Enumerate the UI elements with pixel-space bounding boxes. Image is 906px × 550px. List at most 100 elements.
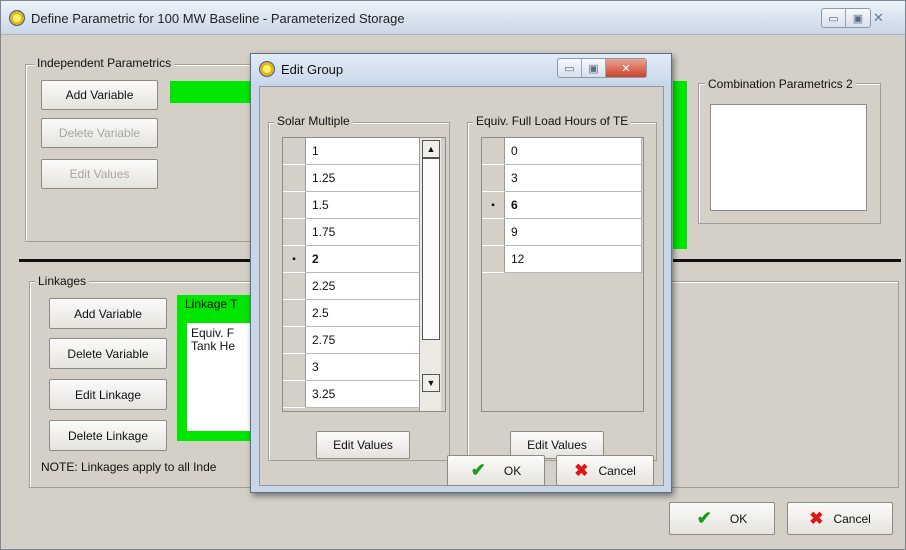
row-selector[interactable]: ▪ [283, 246, 306, 273]
dialog-cancel-label: Cancel [598, 463, 636, 478]
main-ok-button[interactable]: ✔ OK [669, 502, 775, 535]
solar-multiple-scrollbar[interactable]: ▲ ▼ [419, 138, 441, 411]
row-selector[interactable] [283, 165, 306, 192]
row-selector[interactable] [283, 327, 306, 354]
row-selector[interactable] [482, 165, 505, 192]
combination-parametrics-1-highlight [673, 81, 687, 249]
dialog-ok-label: OK [503, 463, 522, 478]
dialog-title: Edit Group [281, 62, 344, 77]
linkage-table-header: Linkage T [185, 297, 238, 311]
dialog-cancel-button[interactable]: ✖ Cancel [556, 455, 654, 486]
delete-variable-button[interactable]: Delete Variable [41, 118, 158, 148]
grid-row[interactable]: 1.25 [283, 165, 420, 192]
dialog-ok-button[interactable]: ✔ OK [447, 455, 545, 486]
edit-group-dialog: Edit Group ▭ ▣ ✕ Solar Multiple 1 1.25 1.5… [250, 53, 672, 493]
edit-values-button[interactable]: Edit Values [41, 159, 158, 189]
delete-linkage-button[interactable]: Delete Linkage [49, 420, 167, 451]
linkages-delete-variable-button[interactable]: Delete Variable [49, 338, 167, 369]
grid-row[interactable]: 3 [283, 354, 420, 381]
independent-variable-highlight [170, 81, 255, 103]
checkmark-icon: ✔ [696, 508, 712, 528]
grid-cell[interactable]: 2.5 [306, 300, 420, 327]
grid-row[interactable]: 1 [283, 138, 420, 165]
linkages-add-variable-button[interactable]: Add Variable [49, 298, 167, 329]
close-icon[interactable]: ✕ [873, 10, 884, 26]
grid-cell[interactable]: 3 [306, 354, 420, 381]
sun-app-icon [259, 61, 275, 77]
grid-row[interactable]: 1.75 [283, 219, 420, 246]
grid-cell[interactable]: 1.5 [306, 192, 420, 219]
minimize-icon[interactable]: ▭ [558, 59, 582, 77]
grid-cell[interactable]: 12 [505, 246, 642, 273]
close-icon[interactable]: ✕ [606, 59, 646, 77]
row-selector[interactable] [482, 219, 505, 246]
grid-row[interactable]: ▪ 2 [283, 246, 420, 273]
scroll-down-icon[interactable]: ▼ [422, 374, 440, 392]
grid-cell[interactable]: 2 [306, 246, 420, 273]
grid-row[interactable]: ▪ 6 [482, 192, 642, 219]
maximize-icon[interactable]: ▣ [582, 59, 606, 77]
section-divider-right [673, 259, 901, 262]
section-divider [19, 259, 252, 262]
sun-app-icon [9, 10, 25, 26]
grid-row[interactable]: 0 [482, 138, 642, 165]
row-selector[interactable] [283, 354, 306, 381]
solar-multiple-edit-values-button[interactable]: Edit Values [316, 431, 410, 459]
grid-cell[interactable]: 3 [505, 165, 642, 192]
row-selector[interactable] [283, 219, 306, 246]
grid-row[interactable]: 2.25 [283, 273, 420, 300]
linkage-list[interactable]: Equiv. F Tank He [187, 323, 253, 431]
main-cancel-label: Cancel [833, 511, 871, 526]
row-selector[interactable] [482, 246, 505, 273]
grid-cell[interactable]: 6 [505, 192, 642, 219]
full-load-hours-grid[interactable]: 0 3 ▪ 6 9 12 [481, 137, 644, 412]
linkage-list-item[interactable]: Tank He [191, 340, 249, 353]
main-ok-label: OK [729, 511, 748, 526]
grid-row[interactable]: 12 [482, 246, 642, 273]
row-selector[interactable] [283, 273, 306, 300]
row-selector[interactable] [283, 300, 306, 327]
linkages-label: Linkages [35, 274, 90, 288]
linkages-note: NOTE: Linkages apply to all Inde [41, 460, 217, 474]
window-controls: ▭ ▣ [821, 8, 871, 28]
row-selector[interactable]: ▪ [482, 192, 505, 219]
grid-cell[interactable]: 1.75 [306, 219, 420, 246]
grid-row[interactable]: 2.75 [283, 327, 420, 354]
combination-parametrics-2-list[interactable] [710, 104, 867, 211]
grid-cell[interactable]: 3.25 [306, 381, 420, 408]
window-title: Define Parametric for 100 MW Baseline - … [31, 11, 405, 26]
row-selector[interactable] [283, 381, 306, 408]
grid-row[interactable]: 1.5 [283, 192, 420, 219]
grid-row[interactable]: 3.25 [283, 381, 420, 408]
main-cancel-button[interactable]: ✖ Cancel [787, 502, 893, 535]
scroll-up-icon[interactable]: ▲ [422, 140, 440, 158]
cancel-x-icon: ✖ [809, 508, 824, 528]
edit-linkage-button[interactable]: Edit Linkage [49, 379, 167, 410]
grid-cell[interactable]: 1.25 [306, 165, 420, 192]
dialog-window-controls: ▭ ▣ ✕ [557, 58, 647, 78]
row-selector[interactable] [283, 138, 306, 165]
minimize-icon[interactable]: ▭ [822, 9, 846, 27]
grid-cell[interactable]: 0 [505, 138, 642, 165]
grid-row[interactable]: 2.5 [283, 300, 420, 327]
grid-cell[interactable]: 1 [306, 138, 420, 165]
checkmark-icon: ✔ [470, 460, 486, 480]
dialog-titlebar: Edit Group ▭ ▣ ✕ [251, 54, 671, 84]
independent-parametrics-label: Independent Parametrics [34, 56, 175, 70]
main-titlebar: Define Parametric for 100 MW Baseline - … [1, 1, 905, 35]
combination-parametrics-2-label: Combination Parametrics 2 [705, 77, 856, 91]
full-load-hours-label: Equiv. Full Load Hours of TE [473, 114, 632, 128]
grid-row[interactable]: 9 [482, 219, 642, 246]
row-selector[interactable] [283, 192, 306, 219]
dialog-body: Solar Multiple 1 1.25 1.5 1.75 ▪ 2 2.25 2.5 2.75… [259, 86, 664, 486]
grid-cell[interactable]: 9 [505, 219, 642, 246]
cancel-x-icon: ✖ [574, 460, 589, 480]
row-selector[interactable] [482, 138, 505, 165]
grid-cell[interactable]: 2.75 [306, 327, 420, 354]
grid-cell[interactable]: 2.25 [306, 273, 420, 300]
scroll-thumb[interactable] [422, 158, 440, 340]
grid-row[interactable]: 3 [482, 165, 642, 192]
solar-multiple-label: Solar Multiple [274, 114, 353, 128]
maximize-icon[interactable]: ▣ [846, 9, 870, 27]
add-variable-button[interactable]: Add Variable [41, 80, 158, 110]
